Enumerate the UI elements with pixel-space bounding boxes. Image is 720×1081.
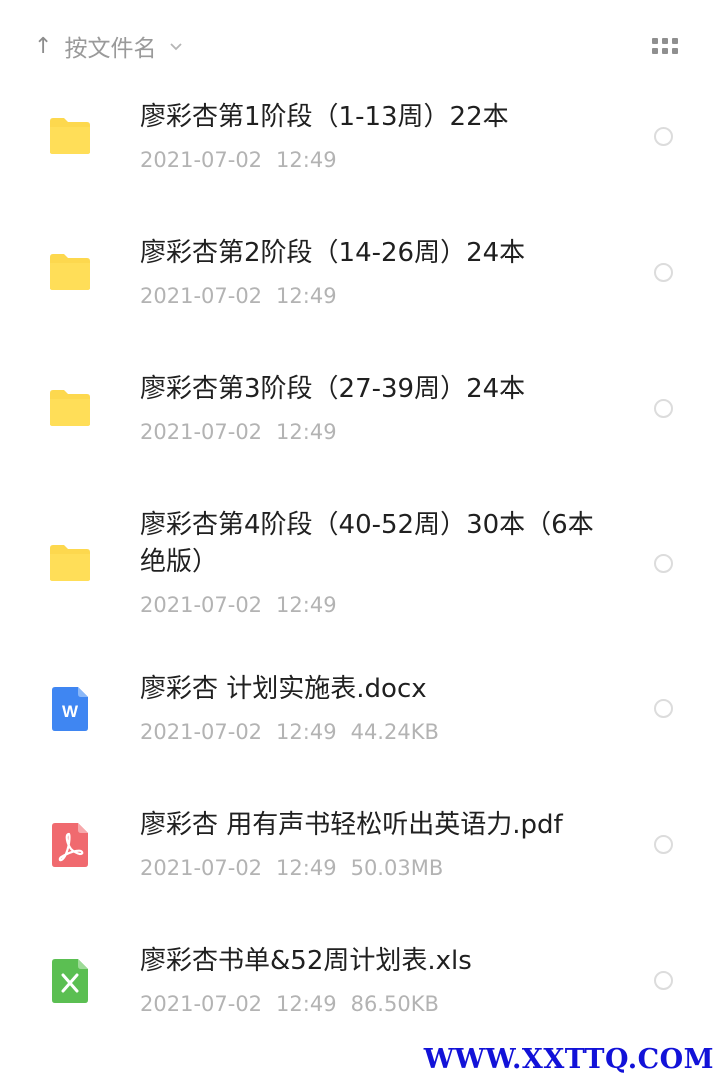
- file-meta: 2021-07-02 12:49 50.03MB: [140, 856, 443, 880]
- file-date: 2021-07-02: [140, 420, 263, 444]
- file-time: 12:49: [276, 593, 337, 617]
- file-row[interactable]: 廖彩杏第4阶段（40-52周）30本（6本绝版） 2021-07-02 12:49: [0, 498, 720, 648]
- file-name: 廖彩杏 计划实施表.docx: [140, 674, 427, 704]
- file-size: 86.50KB: [350, 992, 439, 1016]
- file-row[interactable]: 廖彩杏书单&52周计划表.xls 2021-07-02 12:49 86.50KB: [0, 934, 720, 1054]
- select-checkbox[interactable]: [654, 127, 673, 146]
- select-checkbox[interactable]: [654, 971, 673, 990]
- select-checkbox[interactable]: [654, 835, 673, 854]
- file-size: 50.03MB: [350, 856, 444, 880]
- file-name: 廖彩杏 用有声书轻松听出英语力.pdf: [140, 810, 563, 840]
- select-checkbox[interactable]: [654, 699, 673, 718]
- file-date: 2021-07-02: [140, 148, 263, 172]
- folder-icon: [48, 253, 92, 291]
- grid-view-icon[interactable]: [652, 38, 678, 56]
- file-time: 12:49: [276, 856, 337, 880]
- folder-icon: [48, 389, 92, 427]
- file-time: 12:49: [276, 420, 337, 444]
- file-meta: 2021-07-02 12:49: [140, 284, 337, 308]
- file-meta: 2021-07-02 12:49: [140, 420, 337, 444]
- watermark-text: WWW.XXTTQ.COM: [423, 1044, 714, 1075]
- select-checkbox[interactable]: [654, 554, 673, 573]
- file-date: 2021-07-02: [140, 593, 263, 617]
- file-name: 廖彩杏第1阶段（1-13周）22本: [140, 102, 509, 132]
- file-meta: 2021-07-02 12:49: [140, 148, 337, 172]
- chevron-down-icon: [170, 39, 183, 55]
- file-row[interactable]: 廖彩杏第1阶段（1-13周）22本 2021-07-02 12:49: [0, 90, 720, 210]
- file-date: 2021-07-02: [140, 992, 263, 1016]
- file-name: 廖彩杏第3阶段（27-39周）24本: [140, 374, 526, 404]
- word-doc-icon: W: [52, 687, 88, 731]
- file-meta: 2021-07-02 12:49 44.24KB: [140, 720, 439, 744]
- sort-label: 按文件名: [64, 36, 157, 62]
- toolbar: ↑ 按文件名: [0, 0, 720, 90]
- file-date: 2021-07-02: [140, 720, 263, 744]
- select-checkbox[interactable]: [654, 399, 673, 418]
- file-row[interactable]: W 廖彩杏 计划实施表.docx 2021-07-02 12:49 44.24KB: [0, 662, 720, 782]
- file-meta: 2021-07-02 12:49: [140, 593, 337, 617]
- file-name: 廖彩杏第4阶段（40-52周）30本（6本绝版）: [140, 510, 594, 577]
- excel-sheet-icon: [52, 959, 88, 1003]
- svg-text:W: W: [62, 702, 79, 721]
- sort-by-name-button[interactable]: ↑ 按文件名: [34, 28, 183, 64]
- folder-icon: [48, 544, 92, 582]
- file-size: 44.24KB: [350, 720, 439, 744]
- file-row[interactable]: 廖彩杏第3阶段（27-39周）24本 2021-07-02 12:49: [0, 362, 720, 482]
- pdf-icon: [52, 823, 88, 867]
- file-row[interactable]: 廖彩杏 用有声书轻松听出英语力.pdf 2021-07-02 12:49 50.03…: [0, 798, 720, 918]
- file-row[interactable]: 廖彩杏第2阶段（14-26周）24本 2021-07-02 12:49: [0, 226, 720, 346]
- sort-ascending-icon: ↑: [34, 33, 53, 59]
- file-date: 2021-07-02: [140, 856, 263, 880]
- file-time: 12:49: [276, 992, 337, 1016]
- file-name: 廖彩杏书单&52周计划表.xls: [140, 946, 472, 976]
- folder-icon: [48, 117, 92, 155]
- file-time: 12:49: [276, 148, 337, 172]
- file-time: 12:49: [276, 284, 337, 308]
- file-meta: 2021-07-02 12:49 86.50KB: [140, 992, 439, 1016]
- file-time: 12:49: [276, 720, 337, 744]
- select-checkbox[interactable]: [654, 263, 673, 282]
- file-name: 廖彩杏第2阶段（14-26周）24本: [140, 238, 526, 268]
- file-date: 2021-07-02: [140, 284, 263, 308]
